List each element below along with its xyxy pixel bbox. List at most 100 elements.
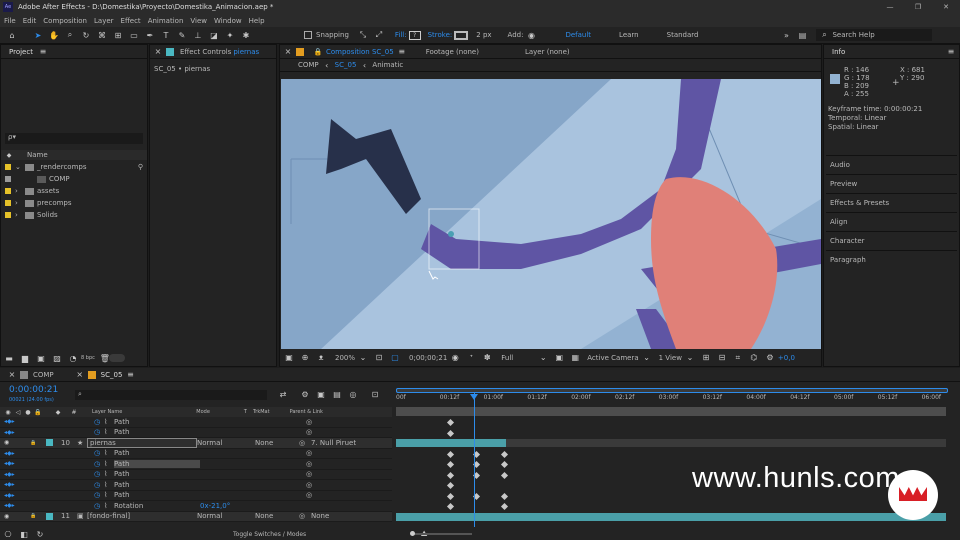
keyframe-icon[interactable]: [446, 502, 455, 511]
roi-icon[interactable]: ▣: [553, 352, 565, 364]
stopwatch-icon[interactable]: ◷: [94, 449, 104, 457]
menu-animation[interactable]: Animation: [148, 17, 184, 25]
effect-controls-tab[interactable]: Effect Controls: [180, 48, 231, 56]
playhead-marker-icon[interactable]: [470, 394, 478, 400]
project-item[interactable]: ⌄ _rendercomps ⚲: [1, 161, 147, 173]
thumbnail-slider[interactable]: [109, 354, 125, 362]
color-channel-icon[interactable]: ✽: [481, 352, 493, 364]
breadcrumb-sc05[interactable]: SC_05: [335, 61, 357, 69]
lock-tab-icon[interactable]: [166, 47, 174, 56]
rectangle-tool-icon[interactable]: ▭: [128, 29, 140, 41]
property-row[interactable]: ◂◆▸ ◷ ⌇ Rotation 0x-21,0°: [0, 501, 392, 512]
lock-icon[interactable]: 🔒: [30, 440, 46, 446]
parent-pickwhip-icon[interactable]: ◎: [299, 512, 311, 520]
trkmat-dropdown[interactable]: None: [255, 439, 299, 447]
property-name[interactable]: Path: [114, 428, 200, 436]
toggle-pixel-icon[interactable]: ⊞: [700, 352, 712, 364]
vr-icon[interactable]: ᴥ: [315, 352, 327, 364]
composition-tab[interactable]: Composition SC_05: [326, 48, 394, 56]
stroke-swatch-icon[interactable]: [454, 30, 469, 40]
maximize-button[interactable]: ❐: [904, 3, 932, 11]
project-item[interactable]: › assets: [1, 185, 147, 197]
info-tab[interactable]: Info: [832, 48, 845, 56]
label-color-icon[interactable]: [5, 212, 11, 218]
keyframe-nav-icon[interactable]: ◂◆▸: [0, 492, 30, 499]
menu-window[interactable]: Window: [214, 17, 242, 25]
timeline-icon[interactable]: ⌗: [732, 352, 744, 364]
twirl-closed-icon[interactable]: ›: [15, 199, 25, 207]
graph-editor-icon[interactable]: ⊡: [369, 388, 381, 400]
frame-blending-icon[interactable]: ▤: [331, 388, 343, 400]
parent-header[interactable]: Parent & Link: [290, 409, 323, 415]
keyframe-nav-icon[interactable]: ◂◆▸: [0, 418, 30, 425]
timeline-zoom-slider[interactable]: [412, 533, 472, 535]
close-tab-icon[interactable]: ×: [152, 46, 164, 58]
parent-pickwhip-icon[interactable]: ◎: [299, 439, 311, 447]
breadcrumb-comp[interactable]: COMP: [298, 61, 319, 69]
bpc-label[interactable]: 8 bpc: [81, 355, 95, 361]
keyframe-nav-icon[interactable]: ◂◆▸: [0, 471, 30, 478]
work-area-bar[interactable]: [396, 407, 946, 416]
keyframe-icon[interactable]: [446, 471, 455, 479]
project-tab[interactable]: Project: [9, 48, 33, 56]
view-caret-icon[interactable]: ⌄: [684, 352, 696, 364]
label-color-icon[interactable]: [5, 176, 11, 182]
visibility-icon[interactable]: ◉: [0, 513, 30, 520]
stopwatch-icon[interactable]: ◷: [94, 418, 104, 426]
flowchart-icon[interactable]: ⌬: [748, 352, 760, 364]
keyframe-icon[interactable]: [500, 460, 509, 469]
resolution-dropdown[interactable]: Full: [501, 354, 513, 362]
property-row[interactable]: ◂◆▸ ◷ ⌇ Path ◎: [0, 417, 392, 428]
rotate-tool-icon[interactable]: ↻: [80, 29, 92, 41]
stopwatch-icon[interactable]: ◷: [94, 460, 104, 468]
keyframe-nav-icon[interactable]: ◂◆▸: [0, 429, 30, 436]
property-row[interactable]: ◂◆▸ ◷ ⌇ Path ◎: [0, 459, 392, 470]
time-ruler[interactable]: 00f 00:12f 01:00f 01:12f 02:00f 02:12f 03:00f 0…: [396, 394, 948, 406]
menu-help[interactable]: Help: [249, 17, 265, 25]
stopwatch-icon[interactable]: ◷: [94, 502, 104, 510]
property-name[interactable]: Path: [114, 418, 200, 426]
motion-blur-icon[interactable]: ◎: [347, 388, 359, 400]
comp-canvas[interactable]: [281, 79, 821, 349]
new-folder-icon[interactable]: ▆: [19, 352, 31, 364]
resolution-caret-icon[interactable]: ⌄: [537, 352, 549, 364]
pan-behind-tool-icon[interactable]: ⊞: [112, 29, 124, 41]
keyframe-nav-icon[interactable]: ◂◆▸: [0, 502, 30, 509]
mode-header[interactable]: Mode: [196, 409, 210, 415]
camera-dropdown[interactable]: Active Camera: [587, 354, 638, 362]
layer-name-header[interactable]: Layer Name: [92, 409, 122, 415]
time-navigator[interactable]: [396, 388, 948, 393]
snapshot-icon[interactable]: ◉: [449, 352, 461, 364]
parent-pickwhip-icon[interactable]: ◎: [306, 428, 312, 436]
reset-exposure-icon[interactable]: ⚙: [764, 352, 776, 364]
exposure-value[interactable]: +0,0: [778, 354, 795, 362]
stopwatch-icon[interactable]: ◷: [94, 470, 104, 478]
menu-view[interactable]: View: [190, 17, 207, 25]
project-settings-icon[interactable]: ▨: [51, 352, 63, 364]
parent-pickwhip-icon[interactable]: ◎: [306, 470, 312, 478]
roto-brush-tool-icon[interactable]: ✦: [224, 29, 236, 41]
layer-row[interactable]: ◉ 🔒 10 ★ piernas Normal None ◎ 7. Null Piruet: [0, 437, 392, 449]
property-row[interactable]: ◂◆▸ ◷ ⌇ Path ◎: [0, 449, 392, 459]
lock-comp-icon[interactable]: 🔒: [312, 46, 324, 58]
puppet-tool-icon[interactable]: ✱: [240, 29, 252, 41]
stopwatch-icon[interactable]: ◷: [94, 491, 104, 499]
home-icon[interactable]: ⌂: [6, 29, 18, 41]
camera-tool-icon[interactable]: ⌘: [96, 29, 108, 41]
menu-effect[interactable]: Effect: [121, 17, 141, 25]
add-dropdown-icon[interactable]: ◉: [525, 29, 537, 41]
info-menu-icon[interactable]: ≡: [945, 46, 957, 58]
pen-tool-icon[interactable]: ✒: [144, 29, 156, 41]
menu-layer[interactable]: Layer: [94, 17, 114, 25]
timeline-current-time[interactable]: 0:00:00:21: [9, 385, 58, 395]
anchor-point[interactable]: [448, 231, 454, 237]
parent-pickwhip-icon[interactable]: ◎: [306, 460, 312, 468]
panel-preview[interactable]: Preview: [826, 174, 957, 193]
keyframe-icon[interactable]: [446, 418, 455, 427]
name-column-header[interactable]: Name: [27, 151, 48, 159]
keyframe-icon[interactable]: [500, 450, 509, 458]
twirl-closed-icon[interactable]: ›: [15, 211, 25, 219]
more-workspaces-icon[interactable]: »: [780, 29, 792, 41]
property-name[interactable]: Path: [114, 449, 200, 457]
breadcrumb-animatic[interactable]: Animatic: [372, 61, 403, 69]
